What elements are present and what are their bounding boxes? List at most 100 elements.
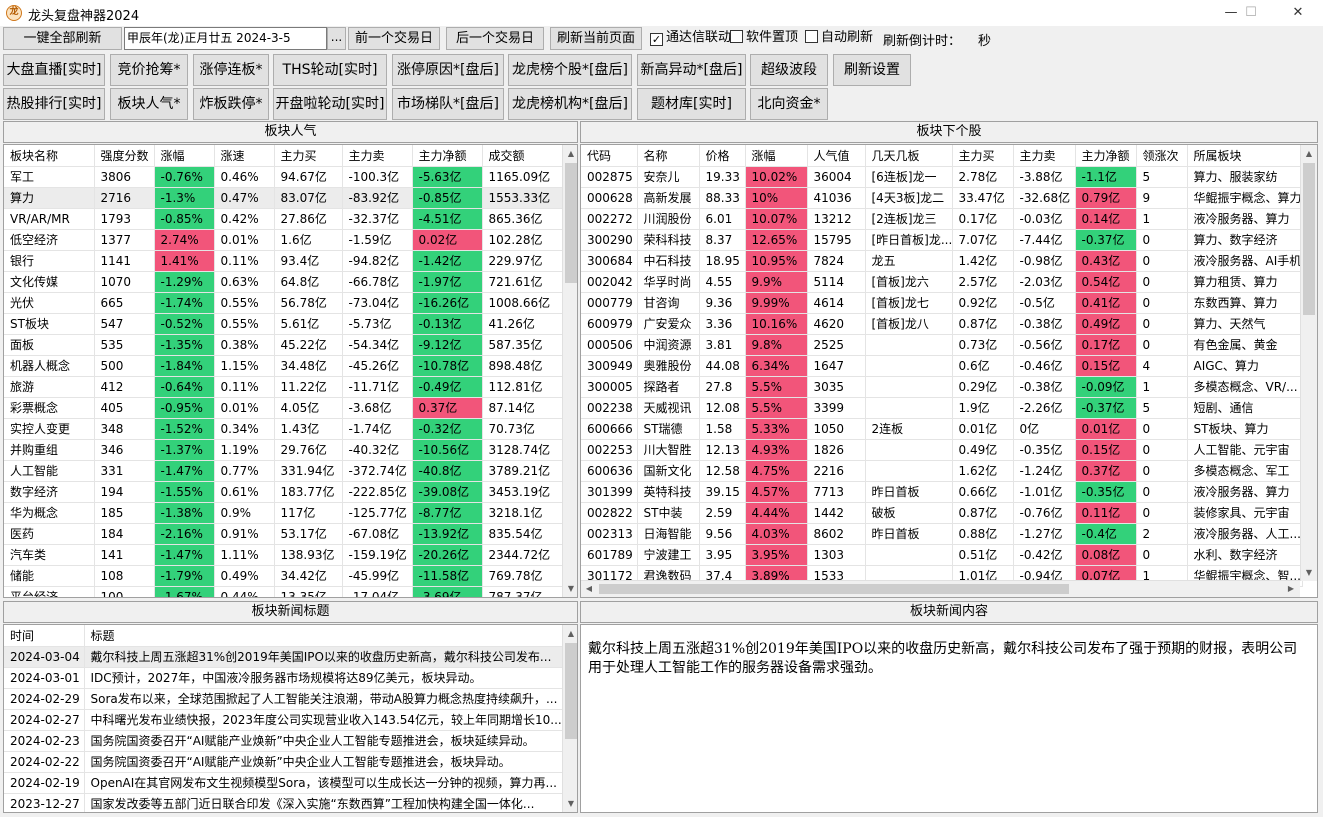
table-row[interactable]: 面板 535 -1.35% 0.38% 45.22亿 -54.34亿 -9.12亿 587.3… xyxy=(4,334,563,356)
table-row[interactable]: 文化传媒 1070 -1.29% 0.63% 64.8亿 -66.78亿 -1.97亿 721… xyxy=(4,271,563,293)
table-row[interactable]: 600636 国新文化 12.58 4.75% 2216 1.62亿 -1.24亿 0.37亿… xyxy=(581,460,1303,482)
column-header[interactable]: 标题 xyxy=(84,625,563,647)
column-header[interactable]: 代码 xyxy=(581,145,638,167)
scroll-down-icon[interactable]: ▼ xyxy=(1301,564,1317,581)
nav-limit-up-streak[interactable]: 涨停连板* xyxy=(193,54,269,86)
table-row[interactable]: 600666 ST瑞德 1.58 5.33% 1050 2连板 0.01亿 0亿 0.01亿 0 S… xyxy=(581,418,1303,440)
nav-hot-stocks[interactable]: 热股排行[实时] xyxy=(3,88,105,120)
table-row[interactable]: 002875 安奈儿 19.33 10.02% 36004 [6连板]龙一 2.78亿 -3.… xyxy=(581,166,1303,188)
table-row[interactable]: 2024-02-27 中科曙光发布业绩快报，2023年度公司实现营业收入143.5… xyxy=(4,709,563,731)
news-scrollbar[interactable]: ▲ ▼ xyxy=(562,625,577,812)
scroll-left-icon[interactable]: ◀ xyxy=(581,581,597,597)
table-row[interactable]: ST板块 547 -0.52% 0.55% 5.61亿 -5.73亿 -0.13亿 41.26… xyxy=(4,313,563,335)
nav-limit-up-reason[interactable]: 涨停原因*[盘后] xyxy=(392,54,504,86)
column-header[interactable]: 几天几板 xyxy=(865,145,953,167)
table-row[interactable]: 002042 华孚时尚 4.55 9.9% 5114 [首板]龙六 2.57亿 -2.03亿 0… xyxy=(581,271,1303,293)
column-header[interactable]: 成交额 xyxy=(482,145,563,167)
table-row[interactable]: 002822 ST中装 2.59 4.44% 1442 破板 0.87亿 -0.76亿 0.11… xyxy=(581,502,1303,524)
table-row[interactable]: 光伏 665 -1.74% 0.55% 56.78亿 -73.04亿 -16.26亿 1008… xyxy=(4,292,563,314)
table-row[interactable]: 低空经济 1377 2.74% 0.01% 1.6亿 -1.59亿 0.02亿 102.28亿 xyxy=(4,229,563,251)
scroll-up-icon[interactable]: ▲ xyxy=(563,145,577,162)
table-row[interactable]: 平台经济 100 -1.67% 0.44% 13.35亿 -17.04亿 -3.69亿 787… xyxy=(4,586,563,597)
table-row[interactable]: 002272 川润股份 6.01 10.07% 13212 [2连板]龙三 0.17亿 -0.… xyxy=(581,208,1303,230)
next-trading-day-button[interactable]: 后一个交易日 xyxy=(446,27,544,50)
nav-market-ladder[interactable]: 市场梯队*[盘后] xyxy=(392,88,504,120)
table-row[interactable]: 002238 天威视讯 12.08 5.5% 3399 1.9亿 -2.26亿 -0.37亿 5… xyxy=(581,397,1303,419)
column-header[interactable]: 主力买 xyxy=(952,145,1014,167)
table-row[interactable]: 汽车类 141 -1.47% 1.11% 138.93亿 -159.19亿 -20.26亿 2… xyxy=(4,544,563,566)
table-row[interactable]: 601789 宁波建工 3.95 3.95% 1303 0.51亿 -0.42亿 0.08亿 0… xyxy=(581,544,1303,566)
nav-sector-popularity[interactable]: 板块人气* xyxy=(110,88,188,120)
nav-market-live[interactable]: 大盘直播[实时] xyxy=(3,54,105,86)
table-row[interactable]: 人工智能 331 -1.47% 0.77% 331.94亿 -372.74亿 -40.8亿 3… xyxy=(4,460,563,482)
stock-vscrollbar[interactable]: ▲ ▼ xyxy=(1300,145,1317,581)
refresh-page-button[interactable]: 刷新当前页面 xyxy=(550,27,642,50)
table-row[interactable]: 医药 184 -2.16% 0.91% 53.17亿 -67.08亿 -13.92亿 835.… xyxy=(4,523,563,545)
table-row[interactable]: 银行 1141 1.41% 0.11% 93.4亿 -94.82亿 -1.42亿 229.97… xyxy=(4,250,563,272)
table-row[interactable]: 2024-02-29 Sora发布以来，全球范围掀起了人工智能关注浪潮，带动A股算… xyxy=(4,688,563,710)
column-header[interactable]: 涨速 xyxy=(214,145,275,167)
table-row[interactable]: 000628 高新发展 88.33 10% 41036 [4天3板]龙二 33.47亿 -32… xyxy=(581,187,1303,209)
scroll-thumb[interactable] xyxy=(565,643,577,739)
table-row[interactable]: 300005 探路者 27.8 5.5% 3035 0.29亿 -0.38亿 -0.09亿 1 多… xyxy=(581,376,1303,398)
maximize-button[interactable]: ☐ xyxy=(1228,0,1274,26)
table-row[interactable]: 旅游 412 -0.64% 0.11% 11.22亿 -11.71亿 -0.49亿 112.8… xyxy=(4,376,563,398)
column-header[interactable]: 主力卖 xyxy=(1013,145,1076,167)
scroll-up-icon[interactable]: ▲ xyxy=(1301,145,1317,162)
table-row[interactable]: VR/AR/MR 1793 -0.85% 0.42% 27.86亿 -32.37亿 -4.5… xyxy=(4,208,563,230)
table-row[interactable]: 机器人概念 500 -1.84% 1.15% 34.48亿 -45.26亿 -10.78亿 8… xyxy=(4,355,563,377)
column-header[interactable]: 涨幅 xyxy=(745,145,808,167)
table-row[interactable]: 实控人变更 348 -1.52% 0.34% 1.43亿 -1.74亿 -0.32亿 70.7… xyxy=(4,418,563,440)
scroll-down-icon[interactable]: ▼ xyxy=(563,795,577,812)
refresh-all-button[interactable]: 一键全部刷新 xyxy=(3,27,122,50)
table-row[interactable]: 2024-02-22 国务院国资委召开“AI赋能产业焕新”中央企业人工智能专题推进… xyxy=(4,751,563,773)
table-row[interactable]: 华为概念 185 -1.38% 0.9% 117亿 -125.77亿 -8.77亿 3218.… xyxy=(4,502,563,524)
column-header[interactable]: 主力买 xyxy=(274,145,343,167)
nav-theme-library[interactable]: 题材库[实时] xyxy=(637,88,746,120)
nav-dragon-tiger-institutions[interactable]: 龙虎榜机构*[盘后] xyxy=(508,88,632,120)
table-row[interactable]: 2024-03-01 IDC预计，2027年，中国液冷服务器市场规模将达89亿美元… xyxy=(4,667,563,689)
table-row[interactable]: 002253 川大智胜 12.13 4.93% 1826 0.49亿 -0.35亿 0.15亿… xyxy=(581,439,1303,461)
scroll-thumb[interactable] xyxy=(599,584,1069,594)
table-row[interactable]: 300290 荣科科技 8.37 12.65% 15795 [昨日首板]龙... 7.07亿… xyxy=(581,229,1303,251)
column-header[interactable]: 领涨次 xyxy=(1136,145,1188,167)
nav-super-wave[interactable]: 超级波段 xyxy=(750,54,828,86)
column-header[interactable]: 强度分数 xyxy=(94,145,155,167)
scroll-right-icon[interactable]: ▶ xyxy=(1283,581,1299,597)
table-row[interactable]: 300684 中石科技 18.95 10.95% 7824 龙五 1.42亿 -0.98亿 0.… xyxy=(581,250,1303,272)
table-row[interactable]: 2024-02-19 OpenAI在其官网发布文生视频模型Sora，该模型可以生成… xyxy=(4,772,563,794)
table-row[interactable]: 并购重组 346 -1.37% 1.19% 29.76亿 -40.32亿 -10.56亿 31… xyxy=(4,439,563,461)
prev-trading-day-button[interactable]: 前一个交易日 xyxy=(348,27,440,50)
column-header[interactable]: 名称 xyxy=(637,145,700,167)
table-row[interactable]: 002313 日海智能 9.56 4.03% 8602 昨日首板 0.88亿 -1.27亿 -0… xyxy=(581,523,1303,545)
close-button[interactable]: ✕ xyxy=(1275,0,1321,26)
table-row[interactable]: 2024-02-23 国务院国资委召开“AI赋能产业焕新”中央企业人工智能专题推进… xyxy=(4,730,563,752)
table-row[interactable]: 彩票概念 405 -0.95% 0.01% 4.05亿 -3.68亿 0.37亿 87.14亿 xyxy=(4,397,563,419)
column-header[interactable]: 主力净额 xyxy=(412,145,483,167)
pin-top-checkbox[interactable]: 软件置顶 xyxy=(730,30,798,46)
column-header[interactable]: 时间 xyxy=(4,625,85,647)
date-input[interactable]: 甲辰年(龙)正月廿五 2024-3-5 xyxy=(124,27,327,50)
scroll-thumb[interactable] xyxy=(1303,163,1315,315)
table-row[interactable]: 600979 广安爱众 3.36 10.16% 4620 [首板]龙八 0.87亿 -0.38… xyxy=(581,313,1303,335)
sector-scrollbar[interactable]: ▲ ▼ xyxy=(562,145,577,597)
column-header[interactable]: 价格 xyxy=(699,145,746,167)
nav-northbound-funds[interactable]: 北向资金* xyxy=(750,88,828,120)
nav-kpl-rotation[interactable]: 开盘啦轮动[实时] xyxy=(273,88,387,120)
column-header[interactable]: 涨幅 xyxy=(154,145,215,167)
scroll-thumb[interactable] xyxy=(565,163,577,283)
table-row[interactable]: 储能 108 -1.79% 0.49% 34.42亿 -45.99亿 -11.58亿 769.… xyxy=(4,565,563,587)
nav-refresh-settings[interactable]: 刷新设置 xyxy=(833,54,911,86)
date-picker-button[interactable]: ... xyxy=(327,27,346,50)
stock-hscrollbar[interactable]: ◀ ▶ xyxy=(581,580,1300,597)
column-header[interactable]: 主力卖 xyxy=(342,145,413,167)
nav-broken-limit[interactable]: 炸板跌停* xyxy=(193,88,269,120)
table-row[interactable]: 2023-12-27 国家发改委等五部门近日联合印发《深入实施“东数西算”工程加快… xyxy=(4,793,563,812)
auto-refresh-checkbox[interactable]: 自动刷新 xyxy=(805,30,873,46)
nav-dragon-tiger-stocks[interactable]: 龙虎榜个股*[盘后] xyxy=(508,54,632,86)
table-row[interactable]: 军工 3806 -0.76% 0.46% 94.67亿 -100.3亿 -5.63亿 1165… xyxy=(4,166,563,188)
table-row[interactable]: 300949 奥雅股份 44.08 6.34% 1647 0.6亿 -0.46亿 0.15亿 4… xyxy=(581,355,1303,377)
column-header[interactable]: 主力净额 xyxy=(1075,145,1137,167)
column-header[interactable]: 人气值 xyxy=(807,145,866,167)
nav-ths-rotation[interactable]: THS轮动[实时] xyxy=(273,54,387,86)
